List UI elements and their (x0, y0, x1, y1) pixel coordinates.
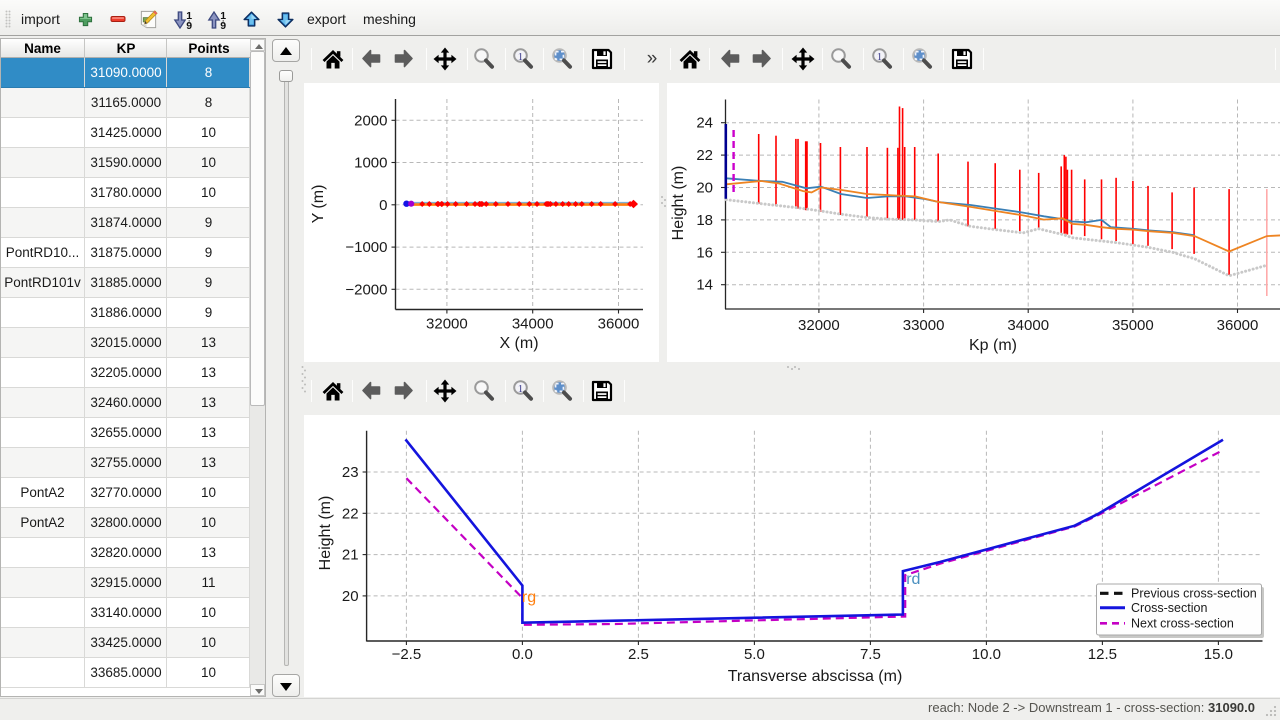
svg-text:10.0: 10.0 (972, 646, 1001, 663)
svg-text:Y (m): Y (m) (310, 185, 327, 224)
svg-text:16: 16 (696, 244, 713, 261)
svg-text:22: 22 (696, 147, 713, 164)
svg-text:Previous cross-section: Previous cross-section (1131, 587, 1257, 601)
svg-text:7.5: 7.5 (860, 646, 881, 663)
svg-text:12.5: 12.5 (1088, 646, 1117, 663)
svg-text:20: 20 (696, 180, 713, 197)
svg-text:2.5: 2.5 (628, 646, 649, 663)
svg-text:15.0: 15.0 (1204, 646, 1233, 663)
svg-text:1000: 1000 (354, 155, 387, 172)
svg-text:0: 0 (379, 197, 387, 214)
svg-text:Next cross-section: Next cross-section (1131, 617, 1234, 631)
svg-text:−2000: −2000 (345, 281, 387, 298)
svg-text:23: 23 (342, 464, 359, 481)
svg-text:rg: rg (522, 589, 536, 606)
svg-text:−1000: −1000 (345, 239, 387, 256)
svg-text:22: 22 (342, 505, 359, 522)
svg-text:32000: 32000 (798, 317, 840, 334)
svg-text:0.0: 0.0 (512, 646, 533, 663)
svg-text:20: 20 (342, 588, 359, 605)
svg-text:18: 18 (696, 212, 713, 229)
svg-text:36000: 36000 (1217, 317, 1259, 334)
svg-text:34000: 34000 (1007, 317, 1049, 334)
svg-text:33000: 33000 (903, 317, 945, 334)
svg-text:34000: 34000 (512, 316, 554, 333)
svg-text:35000: 35000 (1112, 317, 1154, 334)
svg-text:Transverse abscissa (m): Transverse abscissa (m) (728, 668, 903, 685)
svg-text:X (m): X (m) (499, 335, 538, 352)
svg-text:14: 14 (696, 277, 713, 294)
svg-text:Height (m): Height (m) (317, 496, 334, 571)
svg-text:Kp (m): Kp (m) (969, 337, 1017, 354)
svg-text:2000: 2000 (354, 112, 387, 129)
svg-text:24: 24 (696, 115, 713, 132)
svg-text:32000: 32000 (426, 316, 468, 333)
svg-text:Height (m): Height (m) (670, 166, 687, 241)
svg-text:−2.5: −2.5 (392, 646, 422, 663)
svg-text:21: 21 (342, 547, 359, 564)
svg-text:36000: 36000 (598, 316, 640, 333)
svg-text:Cross-section: Cross-section (1131, 601, 1207, 615)
svg-text:5.0: 5.0 (744, 646, 765, 663)
svg-text:rd: rd (906, 571, 920, 588)
